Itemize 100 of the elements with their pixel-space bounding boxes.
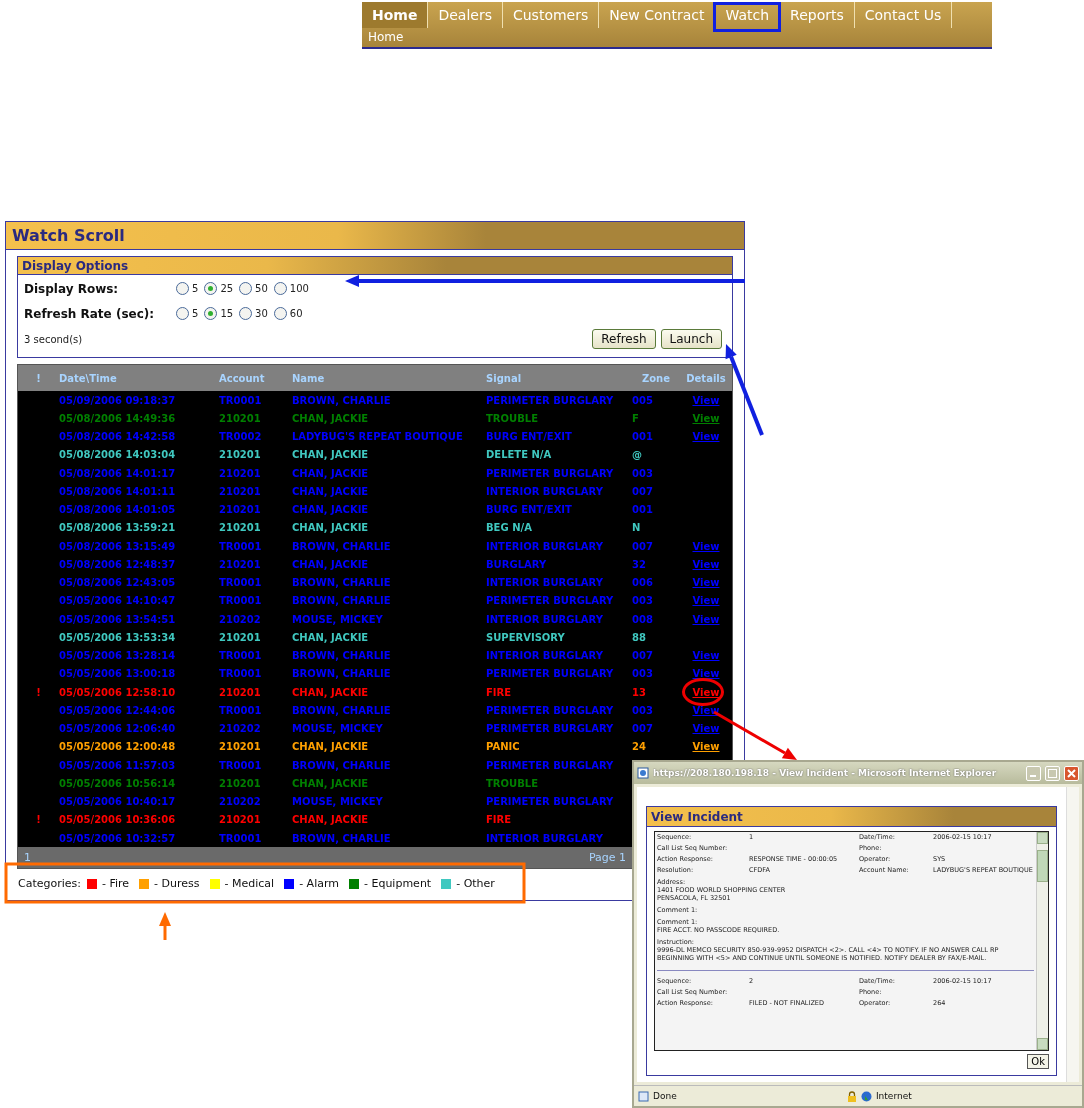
column-header: Name [292,372,326,384]
radio-icon[interactable] [176,307,189,320]
column-header: Account [219,372,266,384]
radio-option[interactable]: 25 [204,282,234,295]
table-cell-text: 05/05/2006 12:58:10 [59,686,177,698]
radio-icon[interactable] [239,282,253,295]
table-cell-text: 05/05/2006 10:40:17 [59,796,177,808]
breadcrumb: Home [367,29,405,46]
table-cell-text: TROUBLE [486,412,539,424]
table-cell-text: BROWN, CHARLIE [292,759,392,771]
table-cell-text: BROWN, CHARLIE [292,704,392,716]
view-link[interactable]: View [692,412,720,424]
table-cell-text: PERIMETER BURGLARY [486,595,615,607]
table-cell-text: TR0001 [219,650,263,662]
table-cell-text: 210201 [219,522,262,534]
nav-tab[interactable]: Home [362,2,429,28]
table-cell-text: 24 [632,741,647,753]
column-header: Date\Time [59,372,118,384]
radio-option[interactable]: 50 [239,282,268,295]
view-link[interactable]: View [692,540,720,552]
scrollbar[interactable] [1036,832,1048,1050]
table-cell-text: PERIMETER BURGLARY [486,467,615,479]
radio-icon[interactable] [239,307,253,320]
action-button[interactable]: Refresh [592,329,656,349]
table-cell-text: 003 [632,595,654,607]
table-cell-text: 05/05/2006 10:32:57 [59,832,177,844]
table-cell-text: 210201 [219,449,262,461]
radio-option[interactable]: 5 [176,282,199,295]
table-cell-text: 05/08/2006 13:59:21 [59,522,177,534]
view-link[interactable]: View [692,723,720,735]
action-button[interactable]: Launch [660,329,722,349]
radio-option[interactable]: 30 [239,307,268,320]
view-link[interactable]: View [692,595,720,607]
table-cell-text: 05/08/2006 14:42:58 [59,431,177,443]
view-link[interactable]: View [692,558,720,570]
legend-text: - Equipment [364,877,432,891]
table-cell-text: 210202 [219,723,262,735]
table-cell-text: 001 [632,504,654,516]
nav-tab[interactable]: Watch [715,2,781,28]
table-cell-text: PERIMETER BURGLARY [486,759,615,771]
table-cell-text: 210201 [219,485,262,497]
radio-icon[interactable] [204,307,218,320]
table-cell-text: PERIMETER BURGLARY [486,723,615,735]
table-cell-text: 210201 [219,504,262,516]
table-cell-text: 05/08/2006 14:01:17 [59,467,177,479]
table-cell-text: TR0001 [219,759,263,771]
table-cell-text: 006 [632,577,654,589]
table-cell-text: 007 [632,723,654,735]
table-cell-text: CHAN, JACKIE [292,741,370,753]
table-cell-text: CHAN, JACKIE [292,814,370,826]
table-cell-text: 210201 [219,558,262,570]
table-cell-text: 001 [632,431,654,443]
radio-option[interactable]: 5 [176,307,199,320]
table-cell-text: 210201 [219,741,262,753]
ok-button[interactable]: Ok [1027,1054,1049,1069]
view-link[interactable]: View [692,650,720,662]
radio-icon[interactable] [204,282,218,295]
table-cell-text: 05/08/2006 12:43:05 [59,577,177,589]
table-cell-text: 05/05/2006 13:53:34 [59,631,177,643]
table-cell-text: BROWN, CHARLIE [292,394,392,406]
table-cell-text: 008 [632,613,654,625]
nav-tab[interactable]: Customers [502,2,600,28]
view-link[interactable]: View [692,613,720,625]
table-cell-text: 210201 [219,777,262,789]
pager-link[interactable]: 1 [24,851,31,865]
table-cell-text: 210201 [219,631,262,643]
nav-tab[interactable]: Reports [780,2,855,28]
table-cell-text: BEG N/A [486,522,533,534]
maximize-icon [1048,768,1057,778]
close-button[interactable] [1064,765,1079,781]
legend-text: - Duress [154,877,200,891]
view-link[interactable]: View [692,686,720,698]
table-cell-text: 05/08/2006 14:03:04 [59,449,177,461]
nav-tab[interactable]: New Contract [599,2,716,28]
table-cell-text: INTERIOR BURGLARY [486,650,604,662]
table-cell-text: TROUBLE [486,777,539,789]
nav-tab[interactable]: Contact Us [854,2,953,28]
zone-text: Internet [875,1091,912,1101]
nav-tab[interactable]: Dealers [428,2,503,28]
table-cell-text: INTERIOR BURGLARY [486,485,604,497]
view-link[interactable]: View [692,741,720,753]
radio-option[interactable]: 100 [273,282,309,295]
incident-title: View Incident [647,807,1056,827]
table-cell-text: INTERIOR BURGLARY [486,832,604,844]
table-cell-text: PANIC [486,741,521,753]
radio-icon[interactable] [273,282,287,295]
radio-option[interactable]: 15 [204,307,234,320]
view-link[interactable]: View [692,704,720,716]
radio-icon[interactable] [176,282,189,295]
view-link[interactable]: View [692,431,720,443]
scrollbar[interactable] [1066,787,1079,1082]
view-link[interactable]: View [692,577,720,589]
table-cell-text: LADYBUG'S REPEAT BOUTIQUE [292,431,464,443]
table-cell-text: INTERIOR BURGLARY [486,613,604,625]
radio-icon[interactable] [273,307,287,320]
table-cell-text: TR0001 [219,704,263,716]
table-cell-text: FIRE [486,814,513,826]
view-link[interactable]: View [692,668,720,680]
radio-option[interactable]: 60 [273,307,303,320]
view-link[interactable]: View [692,394,720,406]
